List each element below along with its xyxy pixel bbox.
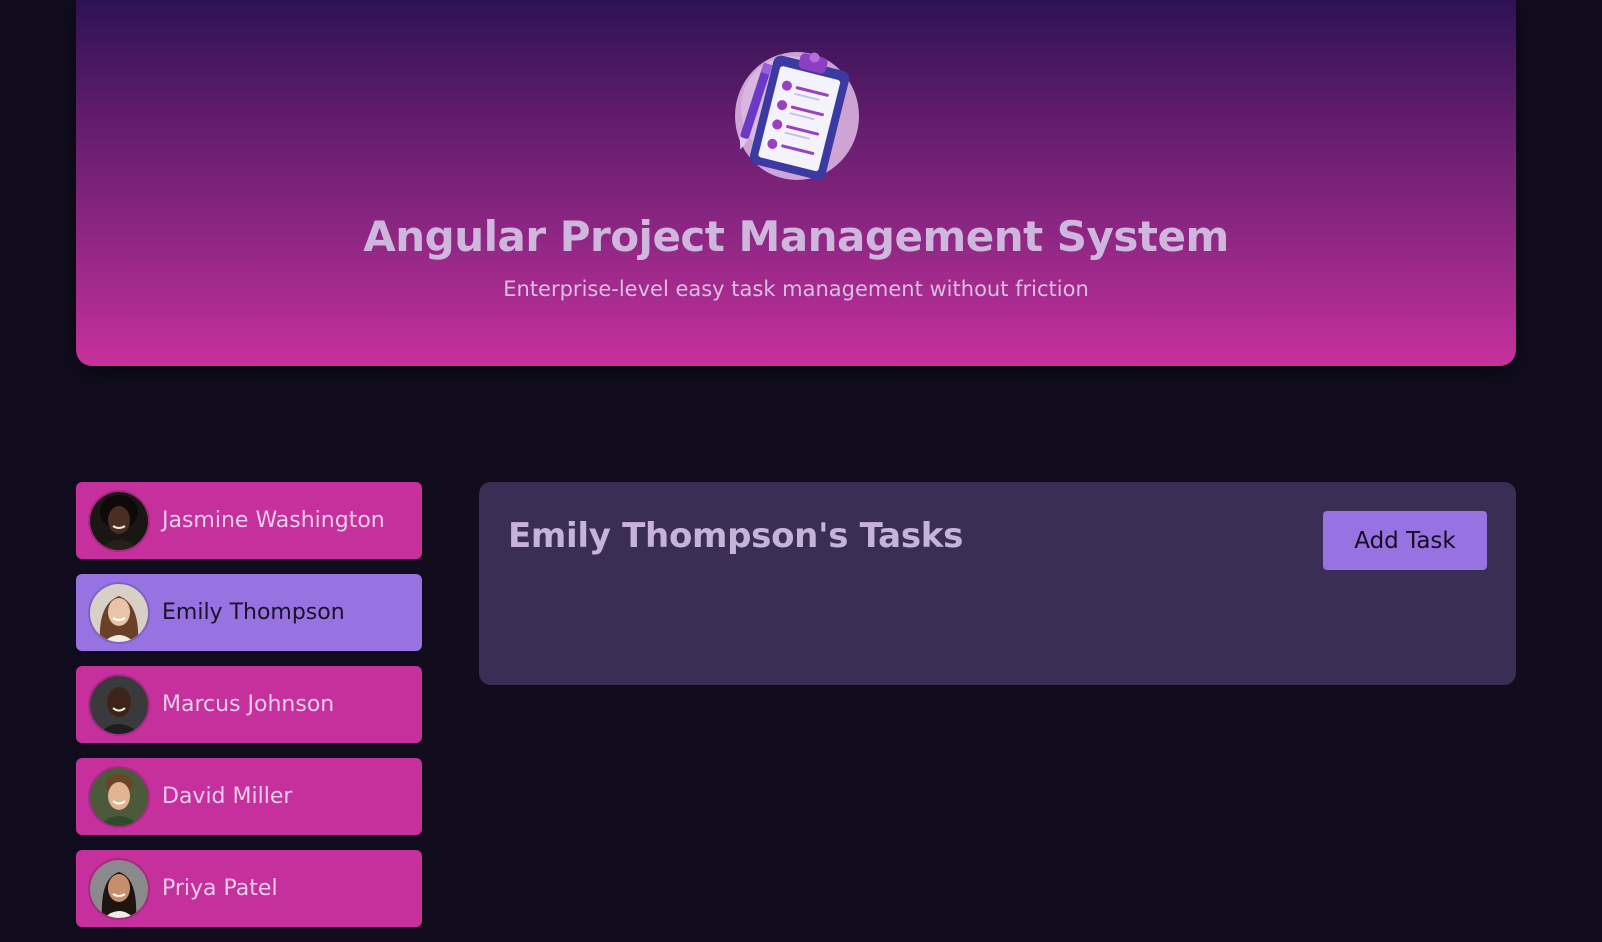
- avatar: [90, 583, 148, 642]
- avatar: [90, 767, 148, 826]
- tasks-title: Emily Thompson's Tasks: [508, 516, 964, 556]
- user-item-david-miller[interactable]: David Miller: [76, 758, 422, 835]
- add-task-button[interactable]: Add Task: [1323, 511, 1487, 570]
- tasks-panel: Emily Thompson's Tasks Add Task: [479, 482, 1516, 685]
- user-item-jasmine-washington[interactable]: Jasmine Washington: [76, 482, 422, 559]
- page-subtitle: Enterprise-level easy task management wi…: [503, 277, 1089, 301]
- clipboard-checklist-icon: [731, 46, 861, 182]
- app-header: Angular Project Management System Enterp…: [76, 0, 1516, 366]
- user-name: Marcus Johnson: [162, 692, 335, 717]
- user-name: David Miller: [162, 784, 293, 809]
- avatar: [90, 859, 148, 918]
- user-name: Emily Thompson: [162, 600, 345, 625]
- user-item-marcus-johnson[interactable]: Marcus Johnson: [76, 666, 422, 743]
- avatar: [90, 491, 148, 550]
- user-item-priya-patel[interactable]: Priya Patel: [76, 850, 422, 927]
- user-list: Jasmine Washington Emily Thompson Marcus…: [76, 482, 422, 942]
- user-item-emily-thompson[interactable]: Emily Thompson: [76, 574, 422, 651]
- page-title: Angular Project Management System: [363, 212, 1229, 261]
- user-name: Jasmine Washington: [162, 508, 385, 533]
- avatar: [90, 675, 148, 734]
- user-name: Priya Patel: [162, 876, 278, 901]
